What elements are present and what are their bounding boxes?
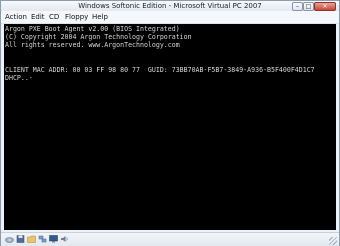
status-bar — [1, 232, 339, 246]
console-line-dhcp: DHCP..- — [5, 74, 33, 82]
console-line-mac-guid: CLIENT MAC ADDR: 00 03 FF 98 80 77 GUID:… — [5, 66, 315, 74]
menu-edit[interactable]: Edit — [31, 11, 45, 23]
menu-bar: Action Edit CD Floppy Help — [1, 11, 339, 24]
window-title: Windows Softonic Edition - Microsoft Vir… — [78, 2, 262, 10]
title-bar[interactable]: Windows Softonic Edition - Microsoft Vir… — [1, 1, 339, 11]
cd-drive-icon[interactable] — [5, 235, 14, 243]
virtual-pc-window: Windows Softonic Edition - Microsoft Vir… — [0, 0, 340, 246]
vm-console-screen[interactable]: Argon PXE Boot Agent v2.00 (BIOS Integra… — [4, 24, 336, 230]
console-line-agent: Argon PXE Boot Agent v2.00 (BIOS Integra… — [5, 25, 180, 33]
network-icon[interactable] — [38, 235, 47, 243]
minimize-button[interactable]: – — [292, 2, 303, 11]
folder-icon[interactable] — [27, 235, 36, 243]
resize-grip[interactable] — [329, 237, 337, 245]
console-line-copyright: (C) Copyright 2004 Argon Technology Corp… — [5, 33, 192, 41]
monitor-icon[interactable] — [49, 235, 58, 243]
console-line-rights: All rights reserved. www.ArgonTechnology… — [5, 41, 180, 49]
speaker-icon[interactable] — [60, 235, 69, 243]
floppy-drive-icon[interactable] — [16, 235, 25, 243]
menu-cd[interactable]: CD — [49, 11, 59, 23]
menu-help[interactable]: Help — [92, 11, 108, 23]
maximize-button[interactable]: □ — [303, 2, 314, 11]
close-button[interactable]: ✕ — [314, 2, 336, 11]
menu-floppy[interactable]: Floppy — [65, 11, 88, 23]
menu-action[interactable]: Action — [5, 11, 27, 23]
